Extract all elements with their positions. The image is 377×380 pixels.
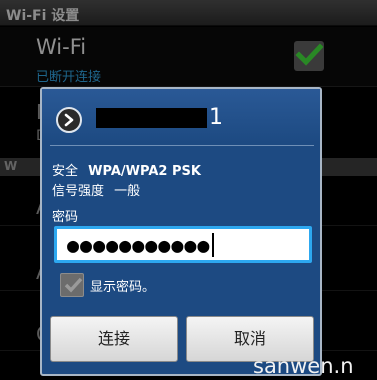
security-value: WPA/WPA2 PSK: [88, 164, 201, 179]
wifi-connect-dialog: 1 安全 WPA/WPA2 PSK 信号强度 一般 密码 ●●●●●●●●●●●…: [40, 87, 322, 376]
chevron-right-icon: [64, 113, 74, 127]
show-password-label: 显示密码。: [90, 280, 156, 295]
connect-button[interactable]: 连接: [50, 316, 178, 362]
password-label: 密码: [52, 210, 79, 225]
text-cursor: [212, 233, 215, 257]
watermark: sanwen.n: [253, 354, 354, 378]
ssid-suffix: 1: [209, 105, 223, 130]
check-icon: [64, 277, 83, 293]
signal-value: 一般: [114, 184, 141, 199]
network-icon-button: [56, 107, 82, 133]
signal-row: 信号强度 一般: [52, 180, 140, 199]
header-divider: [50, 145, 314, 146]
dialog-header: 1: [42, 89, 320, 143]
signal-label: 信号强度: [52, 184, 105, 199]
password-input[interactable]: ●●●●●●●●●●●: [54, 226, 312, 263]
ssid-redacted: [96, 108, 207, 128]
password-value: ●●●●●●●●●●●: [67, 233, 211, 257]
security-label: 安全: [52, 164, 79, 179]
show-password-checkbox[interactable]: [60, 273, 84, 297]
security-row: 安全 WPA/WPA2 PSK: [52, 160, 201, 179]
